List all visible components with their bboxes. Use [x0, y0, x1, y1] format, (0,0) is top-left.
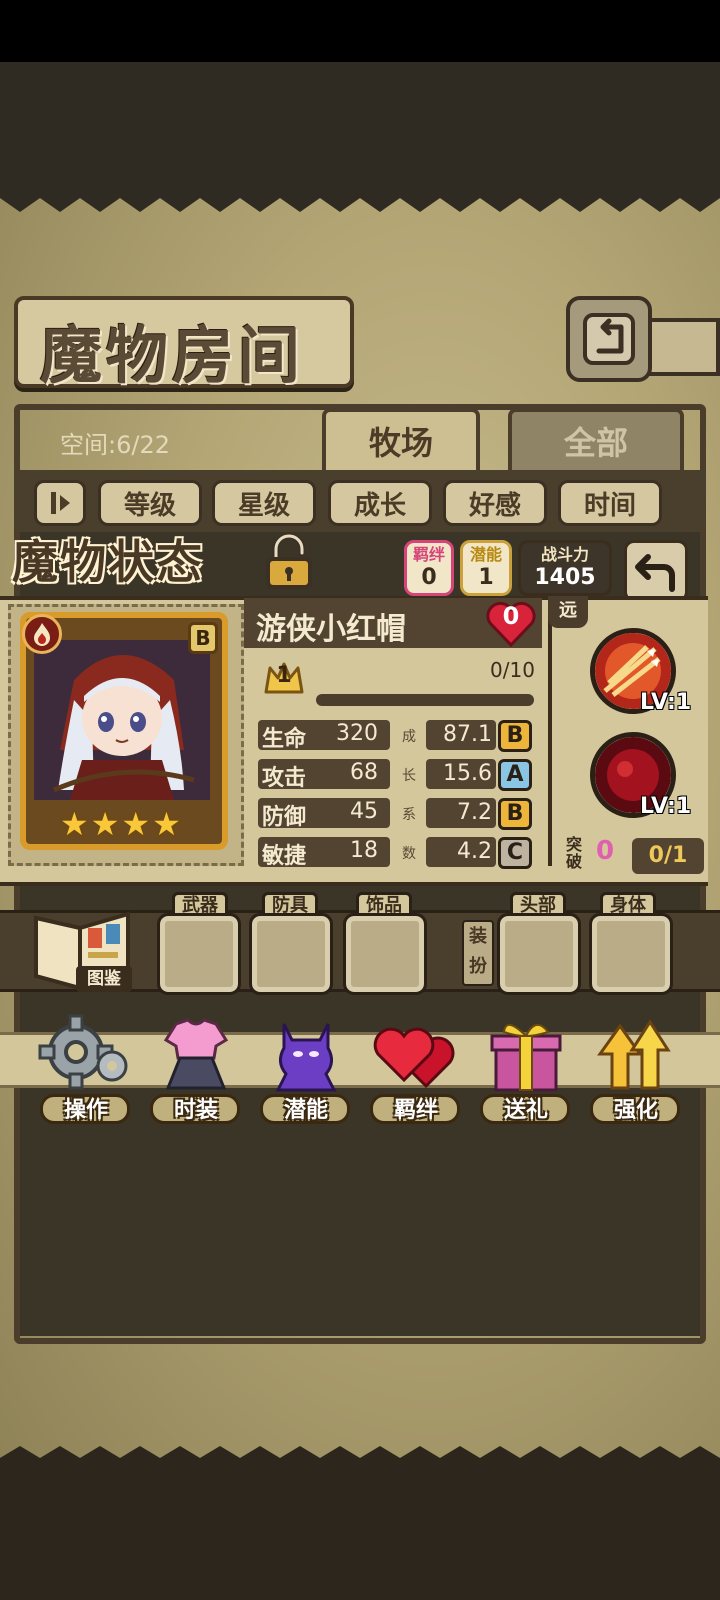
fire-element-icon	[22, 614, 62, 654]
return-arrow-icon	[635, 554, 675, 592]
monster-portrait	[34, 640, 210, 800]
bond-value: 0	[421, 565, 437, 590]
stat-value-attack: 68	[350, 760, 378, 785]
growth-char: 成	[402, 729, 416, 745]
combat-power-label: 战斗力	[540, 545, 589, 564]
skill-1-level: LV:1	[640, 690, 692, 715]
stat-value-defense: 45	[350, 799, 378, 824]
grade-agility: C	[498, 837, 532, 869]
affection-value: 0	[502, 602, 520, 630]
sort-time-button[interactable]: 时间	[558, 480, 662, 526]
outfit-label: 时装	[173, 1098, 218, 1123]
grade-hp: B	[498, 720, 532, 752]
star-icon: ★	[121, 805, 151, 843]
sort-affection-button[interactable]: 好感	[443, 480, 547, 526]
monster-level: 1	[276, 663, 292, 688]
star-rating: ★ ★ ★ ★	[60, 806, 190, 846]
bond-action-label: 羁绊	[393, 1098, 438, 1123]
lock-button[interactable]	[256, 530, 322, 592]
potential-counter: 潜能 1	[460, 540, 512, 596]
sort-toggle-icon	[51, 492, 70, 514]
star-icon: ★	[90, 805, 120, 843]
combat-power-box: 战斗力 1405	[518, 540, 612, 596]
upgrade-arrows-icon	[597, 1019, 671, 1090]
head-slot[interactable]	[497, 913, 581, 995]
grade-attack: A	[498, 759, 532, 791]
accessory-slot[interactable]	[343, 913, 427, 995]
stat-value-hp: 320	[336, 721, 378, 746]
combat-power-value: 1405	[534, 565, 596, 590]
gear-icon	[38, 1014, 128, 1090]
breakthrough-label: 突破	[566, 835, 583, 871]
hearts-icon	[373, 1027, 455, 1089]
armor-slot[interactable]	[249, 913, 333, 995]
padlock-icon	[266, 532, 312, 589]
stat-value-agility: 18	[350, 838, 378, 863]
grade-defense: B	[498, 798, 532, 830]
bottom-zigzag-border	[0, 1446, 720, 1470]
breakthrough-count: 0	[595, 836, 615, 866]
page-title: 魔物房间	[40, 319, 305, 392]
dress-up-label: 装扮	[462, 920, 494, 986]
potential-value: 1	[478, 565, 494, 590]
potential-label: 潜能	[469, 545, 502, 564]
weapon-slot[interactable]	[157, 913, 241, 995]
breakthrough-progress[interactable]: 0/1	[632, 838, 704, 874]
exp-bar	[316, 694, 534, 706]
growth-char: 系	[402, 807, 416, 823]
upgrade-label: 强化	[613, 1098, 658, 1123]
sort-order-button[interactable]	[34, 480, 86, 526]
bond-label: 羁绊	[412, 545, 445, 564]
potential-action-label: 潜能	[283, 1098, 328, 1123]
outfit-icon	[163, 1018, 229, 1090]
status-back-button[interactable]	[624, 540, 688, 602]
sort-star-button[interactable]: 星级	[212, 480, 316, 526]
gift-label: 送礼	[503, 1098, 548, 1123]
status-title: 魔物状态	[12, 535, 204, 589]
space-capacity-label: 空间:6/22	[60, 431, 170, 459]
monster-name: 游侠小红帽	[256, 612, 406, 647]
growth-agility: 4.2	[426, 837, 496, 867]
tab-farm[interactable]: 牧场	[322, 408, 480, 470]
codex-label: 图鉴	[76, 966, 132, 992]
range-tag: 远	[548, 596, 588, 628]
back-button[interactable]	[566, 296, 652, 382]
growth-defense: 7.2	[426, 798, 496, 828]
return-arrow-icon	[583, 313, 635, 365]
exp-text: 0/10	[490, 658, 535, 682]
bottom-background	[0, 1468, 720, 1600]
growth-attack: 15.6	[426, 759, 496, 789]
body-slot[interactable]	[589, 913, 673, 995]
back-bar	[646, 318, 720, 376]
growth-char: 数	[402, 846, 416, 862]
operate-label: 操作	[63, 1098, 108, 1123]
growth-char: 长	[402, 768, 416, 784]
top-zigzag-border	[0, 188, 720, 212]
bond-counter: 羁绊 0	[404, 540, 454, 596]
sort-growth-button[interactable]: 成长	[328, 480, 432, 526]
growth-hp: 87.1	[426, 720, 496, 750]
star-icon: ★	[60, 805, 89, 843]
skill-2-level: LV:1	[640, 794, 692, 819]
tab-all[interactable]: 全部	[508, 408, 684, 470]
sort-level-button[interactable]: 等级	[98, 480, 202, 526]
rank-badge: B	[188, 622, 218, 654]
gift-icon	[490, 1024, 562, 1092]
top-background	[0, 62, 720, 190]
demon-icon	[275, 1023, 337, 1092]
star-icon: ★	[152, 805, 181, 843]
